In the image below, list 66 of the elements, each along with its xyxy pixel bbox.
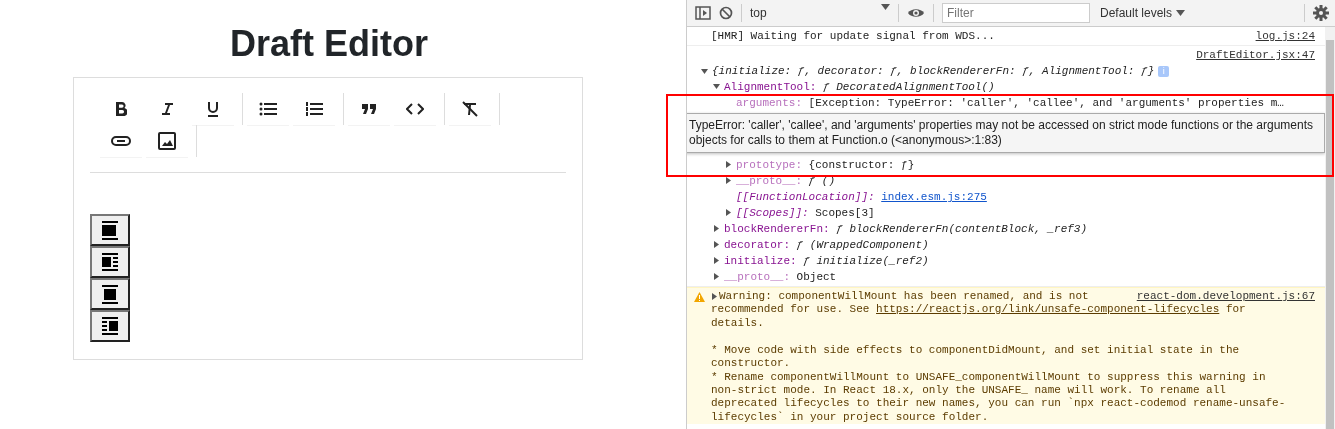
property-value: ƒ (WrappedComponent) <box>796 238 929 253</box>
property-value: {constructor: ƒ} <box>808 158 915 173</box>
alignment-button[interactable] <box>90 246 130 279</box>
scrollbar[interactable] <box>1325 27 1335 429</box>
italic-icon <box>161 101 173 116</box>
property-key: prototype: <box>736 157 802 173</box>
warning-text: * Rename componentWillMount to UNSAFE_componentWillMount to suppress this warning in <box>711 370 1266 383</box>
clear-console-icon <box>719 6 733 20</box>
alignment-button[interactable] <box>90 310 130 343</box>
filter-field[interactable]: Filter <box>942 3 1090 23</box>
warning-link[interactable]: https://reactjs.org/link/unsafe-component-lifecycles <box>876 303 1220 316</box>
align-left-icon <box>100 252 120 272</box>
caret-icon <box>881 4 890 10</box>
property-value: ƒ blockRendererFn(contentBlock, _ref3) <box>836 222 1088 237</box>
property-key: [[Scopes]]: <box>736 205 809 221</box>
page-title: Draft Editor <box>229 22 429 66</box>
property-key: [[FunctionLocation]]: <box>736 189 875 205</box>
property-value: ƒ initialize(_ref2) <box>803 254 929 269</box>
sidebar-toggle-icon <box>695 6 711 20</box>
context-dropdown[interactable]: top <box>750 4 890 22</box>
bullet-list-icon <box>259 101 277 116</box>
error-tooltip: TypeError: 'caller', 'callee', and 'arguments' properties may not be accessed on strict mode functions or the arguments objects for calls to them at Function.o (<anonymous>:1:83) <box>687 113 1325 153</box>
log-message: [HMR] Waiting for update signal from WDS... <box>711 29 995 44</box>
settings-icon[interactable] <box>1313 5 1329 21</box>
caret-icon <box>1176 10 1186 16</box>
clear-format-icon <box>462 100 478 117</box>
source-link[interactable]: DraftEditor.jsx:47 <box>1196 47 1315 63</box>
align-right-icon <box>100 316 120 336</box>
warning-text: constructor. <box>711 357 791 370</box>
warning-icon <box>694 292 705 302</box>
warning-text: * Move code with side effects to componentDidMount, and set initial state in the <box>711 344 1240 357</box>
property-value: Scopes[3] <box>815 206 875 221</box>
property-key: __proto__: <box>736 173 802 189</box>
image-icon <box>158 131 176 150</box>
property-key: decorator: <box>724 237 790 253</box>
align-center-icon <box>100 284 120 304</box>
warning-text: details. <box>711 316 764 329</box>
warning-text: deprecated lifecycles to their new names, you can run `npx react-codemod rename-unsafe- <box>711 397 1286 410</box>
alignment-button[interactable] <box>90 278 130 311</box>
code-icon <box>406 102 424 115</box>
property-key: blockRendererFn: <box>724 221 830 237</box>
link-icon <box>111 135 131 146</box>
info-badge: i <box>1158 66 1170 77</box>
warning-text: recommended for use. See https://reactjs.org/link/unsafe-component-lifecycles for <box>711 303 1246 316</box>
warning-text: Warning: componentWillMount has been renamed, and is not <box>719 290 1089 304</box>
source-link[interactable]: react-dom.development.js:67 <box>1136 290 1315 304</box>
property-value: Object <box>796 270 837 285</box>
bold-icon <box>115 101 127 116</box>
quote-icon <box>362 103 376 114</box>
numbered-list-icon <box>305 101 323 116</box>
align-full-icon <box>100 220 120 240</box>
levels-dropdown[interactable]: Default levels <box>1100 4 1186 22</box>
underline-icon <box>207 100 219 117</box>
warning-text: lifecycles` in your project source folder. <box>711 410 989 423</box>
warning-text: non-strict mode. In React 18.x, only the UNSAFE_ name will work. To rename all <box>711 384 1226 397</box>
property-key: initialize: <box>724 253 797 269</box>
property-key: __proto__: <box>724 269 790 285</box>
property-value: [Exception: TypeError: 'caller', 'callee', and 'arguments' properties m… <box>808 96 1284 111</box>
property-key: arguments: <box>736 95 802 111</box>
eye-icon <box>907 7 925 19</box>
alignment-button[interactable] <box>90 214 130 247</box>
property-value: ƒ DecoratedAlignmentTool() <box>823 80 995 95</box>
object-summary: {initialize: ƒ, decorator: ƒ, blockRendererFn: ƒ, AlignmentTool: ƒ} <box>712 65 1155 77</box>
source-link[interactable]: index.esm.js:275 <box>881 189 987 205</box>
source-link[interactable]: log.js:24 <box>1255 28 1315 44</box>
property-key: AlignmentTool: <box>724 79 817 95</box>
